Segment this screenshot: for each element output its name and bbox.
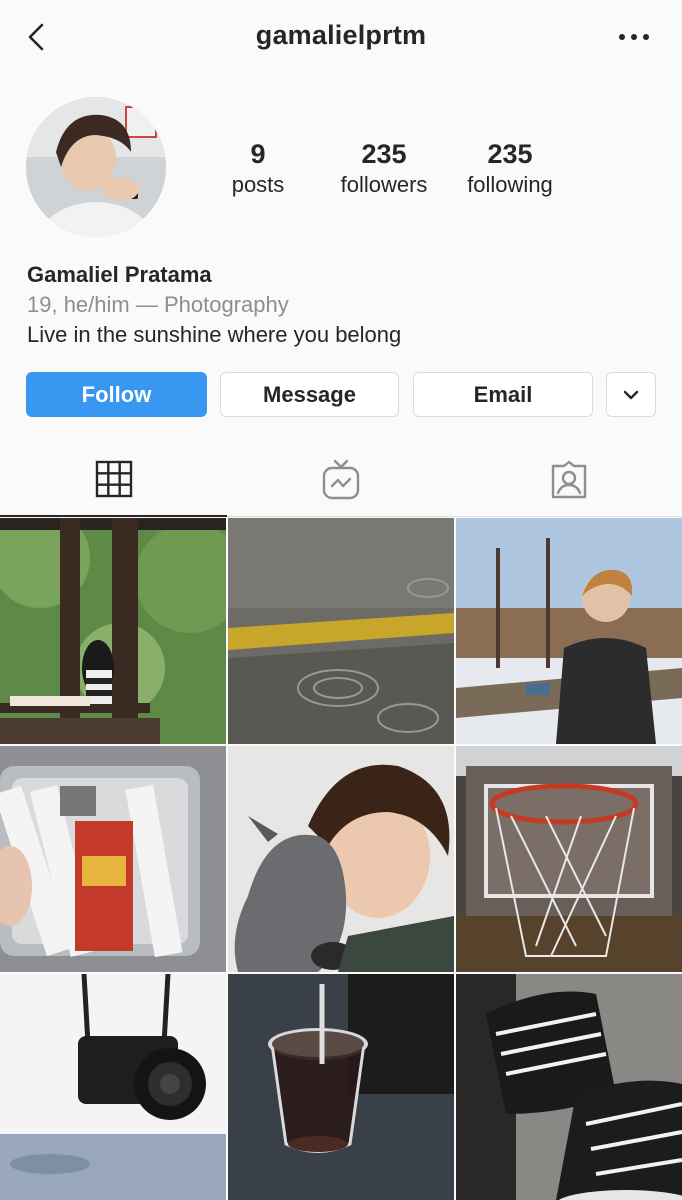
post-thumbnail[interactable] (0, 974, 226, 1200)
tagged-icon (551, 460, 586, 499)
suggested-dropdown-button[interactable] (606, 372, 656, 417)
post-thumbnail[interactable] (228, 974, 454, 1200)
tab-posts-grid[interactable] (0, 443, 227, 517)
posts-stat: 9 posts (193, 138, 323, 200)
avatar[interactable] (26, 97, 166, 237)
follow-button[interactable]: Follow (26, 372, 207, 417)
posts-count: 9 (250, 139, 266, 169)
email-button[interactable]: Email (413, 372, 593, 417)
following-label: following (467, 172, 553, 197)
more-horizontal-icon[interactable] (614, 24, 654, 50)
post-thumbnail[interactable] (0, 746, 226, 972)
post-thumbnail[interactable] (0, 518, 226, 744)
following-stat[interactable]: 235 following (445, 138, 575, 200)
post-thumbnail[interactable] (228, 746, 454, 972)
tab-igtv[interactable] (227, 443, 454, 517)
grid-icon (95, 460, 132, 498)
igtv-icon (322, 459, 359, 500)
profile-full-name: Gamaliel Pratama (27, 262, 212, 287)
tab-tagged[interactable] (455, 443, 682, 517)
chevron-down-icon (623, 390, 639, 399)
post-thumbnail[interactable] (456, 518, 682, 744)
following-count: 235 (487, 139, 533, 169)
post-thumbnail[interactable] (456, 746, 682, 972)
profile-tabs (0, 443, 682, 517)
followers-count: 235 (361, 139, 407, 169)
profile-category: 19, he/him — Photography (27, 292, 289, 317)
post-thumbnail[interactable] (456, 974, 682, 1200)
followers-label: followers (340, 172, 428, 197)
profile-username: gamalielprtm (255, 20, 427, 50)
posts-label: posts (231, 172, 285, 197)
post-grid (0, 518, 682, 1200)
followers-stat[interactable]: 235 followers (319, 138, 449, 200)
post-thumbnail[interactable] (228, 518, 454, 744)
top-bar: gamalielprtm (0, 0, 682, 76)
profile-bio: Live in the sunshine where you belong (27, 322, 402, 347)
message-button[interactable]: Message (220, 372, 399, 417)
